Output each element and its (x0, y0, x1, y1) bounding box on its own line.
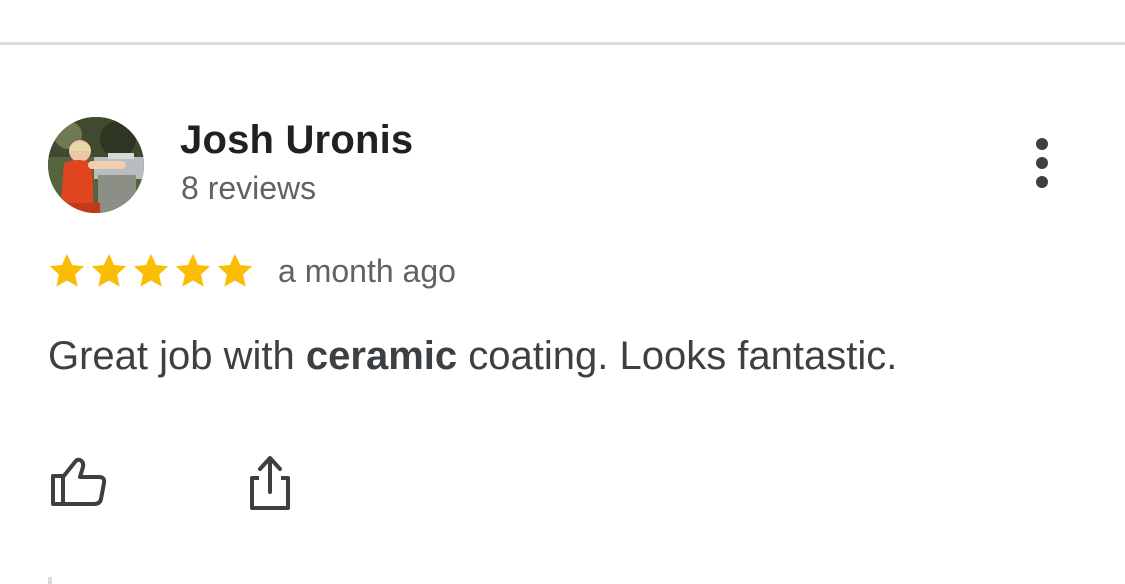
top-divider (0, 42, 1125, 45)
share-button[interactable] (238, 452, 302, 516)
avatar-photo (48, 117, 144, 213)
review-text-before: Great job with (48, 334, 306, 378)
like-button[interactable] (46, 450, 110, 514)
bottom-divider-fragment (48, 577, 52, 584)
author-avatar[interactable] (48, 117, 144, 213)
author-review-count: 8 reviews (181, 170, 317, 206)
star-icon (175, 253, 211, 287)
author-name[interactable]: Josh Uronis (180, 118, 413, 163)
star-icon (217, 253, 253, 287)
star-rating (46, 250, 256, 292)
review-date: a month ago (278, 252, 456, 289)
more-vert-icon (1036, 138, 1048, 188)
star-icon (49, 253, 85, 287)
thumbs-up-icon (51, 457, 107, 506)
review-text-after: coating. Looks fantastic. (457, 334, 898, 378)
review-text: Great job with ceramic coating. Looks fa… (48, 334, 897, 379)
share-icon (250, 456, 290, 510)
star-icon (133, 253, 169, 287)
star-icon (91, 253, 127, 287)
more-options-button[interactable] (1020, 132, 1064, 196)
review-text-highlight: ceramic (305, 334, 458, 378)
review-rating: a month ago (46, 250, 456, 292)
